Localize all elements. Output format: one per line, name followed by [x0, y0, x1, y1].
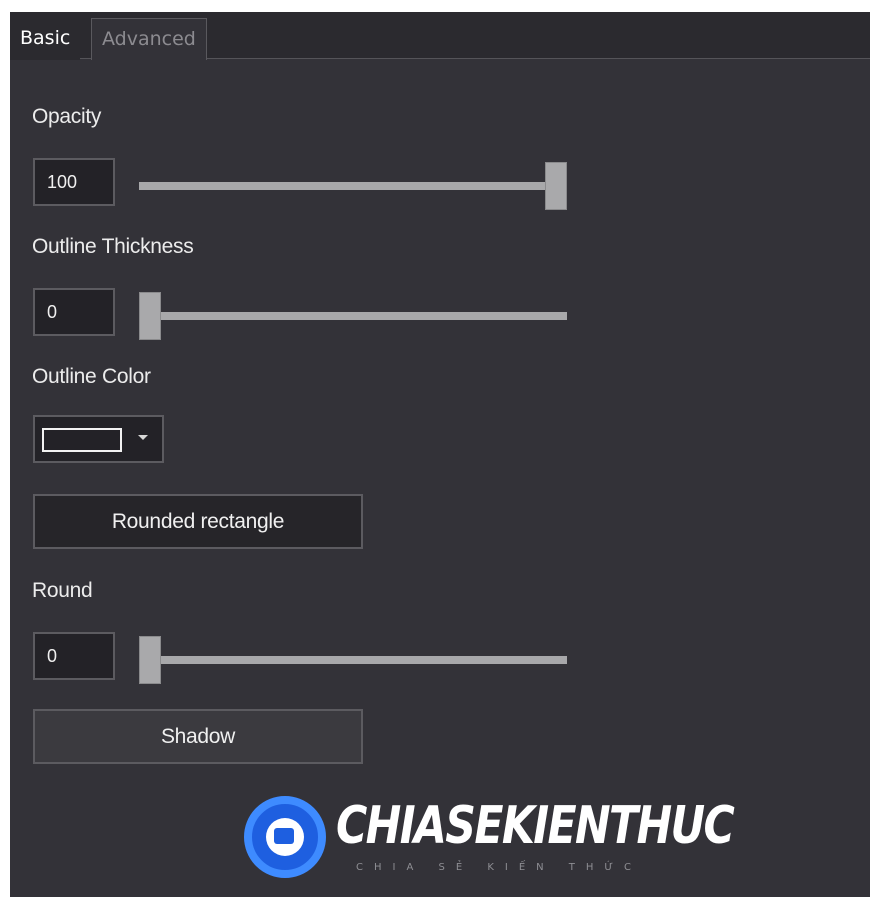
- outline-color-swatch: [42, 428, 122, 452]
- rounded-rectangle-button[interactable]: Rounded rectangle: [33, 494, 363, 549]
- tab-bar: Basic Advanced: [10, 12, 870, 60]
- logo-icon: [244, 796, 326, 878]
- outline-thickness-input[interactable]: 0: [33, 288, 115, 336]
- watermark-logo: CHIASEKIENTHUC CHIA SẺ KIẾN THỨC: [234, 782, 735, 882]
- opacity-slider-thumb[interactable]: [545, 162, 567, 210]
- chevron-down-icon[interactable]: [138, 435, 148, 440]
- round-slider[interactable]: [139, 636, 567, 684]
- round-label: Round: [32, 579, 93, 602]
- opacity-input[interactable]: 100: [33, 158, 115, 206]
- shadow-button[interactable]: Shadow: [33, 709, 363, 764]
- round-input[interactable]: 0: [33, 632, 115, 680]
- outline-thickness-slider[interactable]: [139, 292, 567, 340]
- outline-thickness-slider-track[interactable]: [139, 312, 567, 320]
- tab-advanced[interactable]: Advanced: [91, 18, 207, 60]
- opacity-slider[interactable]: [139, 162, 567, 210]
- watermark-text: CHIASEKIENTHUC: [336, 796, 735, 856]
- outline-color-picker[interactable]: [33, 415, 164, 463]
- tab-basic[interactable]: Basic: [10, 18, 81, 60]
- outline-color-label: Outline Color: [32, 365, 151, 388]
- opacity-label: Opacity: [32, 105, 102, 128]
- opacity-slider-track[interactable]: [139, 182, 567, 190]
- outline-thickness-slider-thumb[interactable]: [139, 292, 161, 340]
- watermark-subtext: CHIA SẺ KIẾN THỨC: [356, 862, 642, 873]
- round-slider-track[interactable]: [139, 656, 567, 664]
- round-slider-thumb[interactable]: [139, 636, 161, 684]
- logo-inner-icon: [266, 818, 304, 856]
- outline-thickness-label: Outline Thickness: [32, 235, 194, 258]
- properties-panel: Basic Advanced Opacity 100 Outline Thick…: [10, 12, 870, 897]
